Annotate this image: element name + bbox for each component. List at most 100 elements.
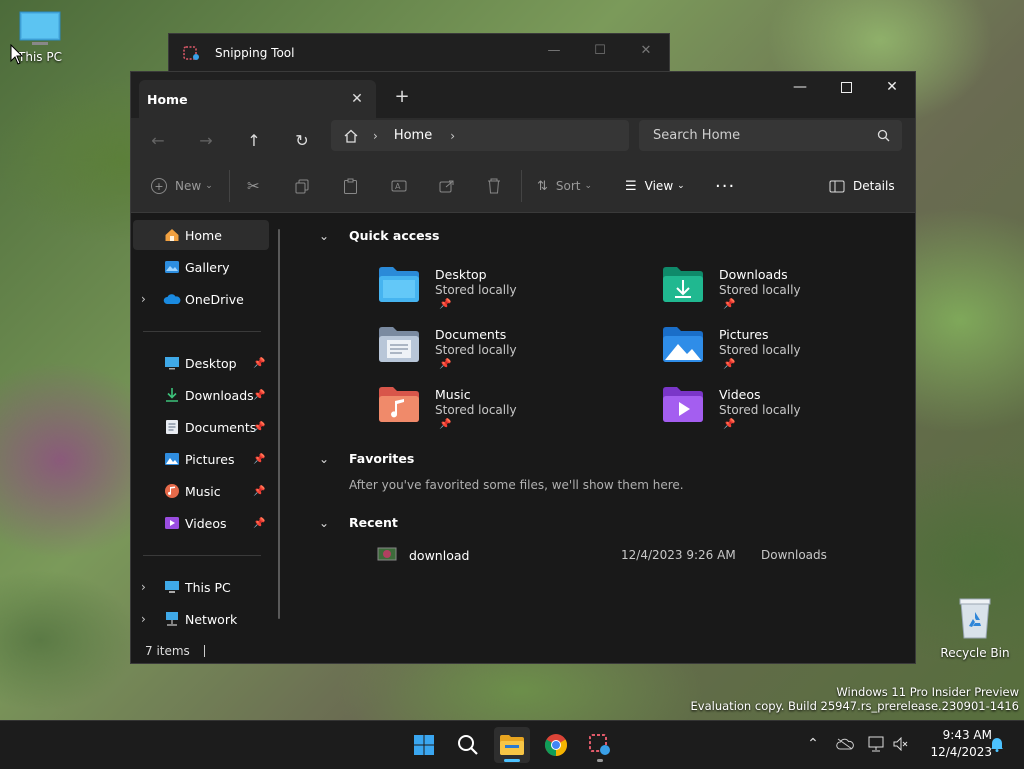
sidebar-item-onedrive[interactable]: › OneDrive	[133, 284, 269, 314]
rename-button[interactable]: A	[391, 174, 407, 198]
file-explorer-taskbar-button[interactable]	[494, 727, 530, 763]
snipping-tool-taskbar-button[interactable]	[582, 727, 618, 763]
network-icon	[163, 610, 181, 628]
sidebar-item-home[interactable]: Home	[133, 220, 269, 250]
tab-home[interactable]: Home ✕	[139, 80, 376, 118]
snipping-tool-title: Snipping Tool	[215, 45, 295, 60]
notifications-button[interactable]	[986, 733, 1008, 755]
breadcrumb-home[interactable]: Home	[394, 128, 432, 143]
watermark-line-1: Windows 11 Pro Insider Preview	[836, 685, 1019, 699]
sidebar-item-label: Videos	[185, 515, 227, 531]
more-options-button[interactable]: ···	[715, 174, 735, 198]
address-bar[interactable]: › Home ›	[331, 120, 629, 151]
command-bar: + New ⌄ ✂ A ⇅ Sort ⌄ ☰ View ⌄ ··· Detail…	[131, 160, 915, 213]
recent-file-row[interactable]: download 12/4/2023 9:26 AM Downloads	[369, 543, 889, 567]
network-tray-icon[interactable]	[866, 733, 888, 755]
start-button[interactable]	[406, 727, 442, 763]
sort-button[interactable]: ⇅ Sort ⌄	[537, 174, 592, 198]
sidebar-item-pictures[interactable]: Pictures 📌	[133, 444, 269, 474]
new-tab-button[interactable]: +	[391, 86, 413, 107]
pin-icon: 📌	[253, 517, 266, 529]
expand-chevron-icon[interactable]: ›	[141, 292, 146, 306]
quick-access-item-music[interactable]: Music Stored locally 📌	[377, 384, 617, 438]
delete-button[interactable]	[487, 174, 501, 198]
new-button[interactable]: + New ⌄	[151, 174, 213, 198]
snip-maximize-button[interactable]: ☐	[577, 34, 623, 66]
sidebar-item-music[interactable]: Music 📌	[133, 476, 269, 506]
section-recent[interactable]: ⌄ Recent	[319, 515, 398, 530]
back-button[interactable]: ←	[145, 128, 171, 152]
sidebar-scrollbar[interactable]	[278, 229, 280, 619]
up-button[interactable]: ↑	[241, 128, 267, 152]
taskbar: ⌃ 9:43 AM 12/4/2023	[0, 720, 1024, 769]
maximize-icon	[840, 81, 852, 93]
music-folder-icon	[379, 387, 419, 422]
snipping-tool-window[interactable]: Snipping Tool — ☐ ✕	[168, 33, 670, 72]
sidebar-item-label: Gallery	[185, 259, 230, 275]
sidebar-item-documents[interactable]: Documents 📌	[133, 412, 269, 442]
windows-logo-icon	[414, 735, 434, 755]
desktop-folder-icon	[379, 267, 419, 302]
sidebar-item-this-pc[interactable]: › This PC	[133, 572, 269, 602]
minimize-button[interactable]: —	[777, 72, 823, 102]
sidebar-item-downloads[interactable]: Downloads 📌	[133, 380, 269, 410]
running-indicator	[597, 759, 603, 762]
close-button[interactable]: ✕	[869, 72, 915, 102]
paste-button[interactable]	[343, 174, 358, 198]
collapse-chevron-icon[interactable]: ⌄	[319, 452, 329, 466]
collapse-chevron-icon[interactable]: ⌄	[319, 516, 329, 530]
sidebar-item-network[interactable]: › Network	[133, 604, 269, 634]
forward-button[interactable]: →	[193, 128, 219, 152]
quick-access-item-downloads[interactable]: Downloads Stored locally 📌	[661, 264, 901, 318]
quick-access-item-desktop[interactable]: Desktop Stored locally 📌	[377, 264, 617, 318]
share-button[interactable]	[439, 174, 455, 198]
new-chevron-icon: ⌄	[205, 181, 213, 191]
cut-button[interactable]: ✂	[247, 174, 260, 198]
separator	[229, 170, 230, 202]
refresh-button[interactable]: ↻	[289, 128, 315, 152]
copy-button[interactable]	[295, 174, 310, 198]
breadcrumb-chevron-icon[interactable]: ›	[450, 129, 455, 143]
pin-icon: 📌	[723, 359, 736, 370]
quick-access-item-documents[interactable]: Documents Stored locally 📌	[377, 324, 617, 378]
section-title: Favorites	[349, 451, 415, 466]
tab-close-icon[interactable]: ✕	[348, 90, 366, 108]
pin-icon: 📌	[253, 389, 266, 401]
expand-chevron-icon[interactable]: ›	[141, 580, 146, 594]
search-icon	[458, 735, 478, 755]
file-explorer-window[interactable]: Home ✕ + — ✕ ← → ↑ ↻ › Home › Search Hom…	[130, 71, 916, 664]
details-button[interactable]: Details	[829, 174, 895, 198]
sidebar-item-videos[interactable]: Videos 📌	[133, 508, 269, 538]
mouse-cursor-icon	[10, 44, 24, 65]
pin-icon: 📌	[723, 299, 736, 310]
clock[interactable]: 9:43 AM 12/4/2023	[922, 727, 992, 761]
maximize-button[interactable]	[823, 72, 869, 102]
item-status: Stored locally	[435, 283, 517, 297]
collapse-chevron-icon[interactable]: ⌄	[319, 229, 329, 243]
navigation-bar: ← → ↑ ↻ › Home › Search Home	[131, 118, 915, 160]
snip-close-button[interactable]: ✕	[623, 34, 669, 66]
view-button[interactable]: ☰ View ⌄	[625, 174, 685, 198]
section-quick-access[interactable]: ⌄ Quick access	[319, 228, 440, 243]
sidebar-item-desktop[interactable]: Desktop 📌	[133, 348, 269, 378]
search-taskbar-button[interactable]	[450, 727, 486, 763]
pin-icon: 📌	[253, 453, 266, 465]
section-favorites[interactable]: ⌄ Favorites	[319, 451, 414, 466]
cloud-offline-icon	[836, 738, 854, 750]
snip-minimize-button[interactable]: —	[531, 34, 577, 66]
onedrive-tray-icon[interactable]	[834, 733, 856, 755]
details-pane-icon	[829, 180, 845, 192]
view-chevron-icon: ⌄	[677, 181, 685, 191]
expand-chevron-icon[interactable]: ›	[141, 612, 146, 626]
search-box[interactable]: Search Home	[639, 120, 902, 151]
item-status: Stored locally	[435, 343, 517, 357]
content-pane: ⌄ Quick access Desktop Stored locally 📌 …	[289, 213, 915, 638]
chrome-taskbar-button[interactable]	[538, 727, 574, 763]
quick-access-item-pictures[interactable]: Pictures Stored locally 📌	[661, 324, 901, 378]
desktop-icon-recycle-bin[interactable]: Recycle Bin	[940, 596, 1010, 660]
volume-tray-icon[interactable]	[890, 733, 912, 755]
show-hidden-icons-button[interactable]: ⌃	[802, 733, 824, 755]
quick-access-item-videos[interactable]: Videos Stored locally 📌	[661, 384, 901, 438]
sidebar-item-gallery[interactable]: Gallery	[133, 252, 269, 282]
item-name: Pictures	[719, 327, 769, 342]
